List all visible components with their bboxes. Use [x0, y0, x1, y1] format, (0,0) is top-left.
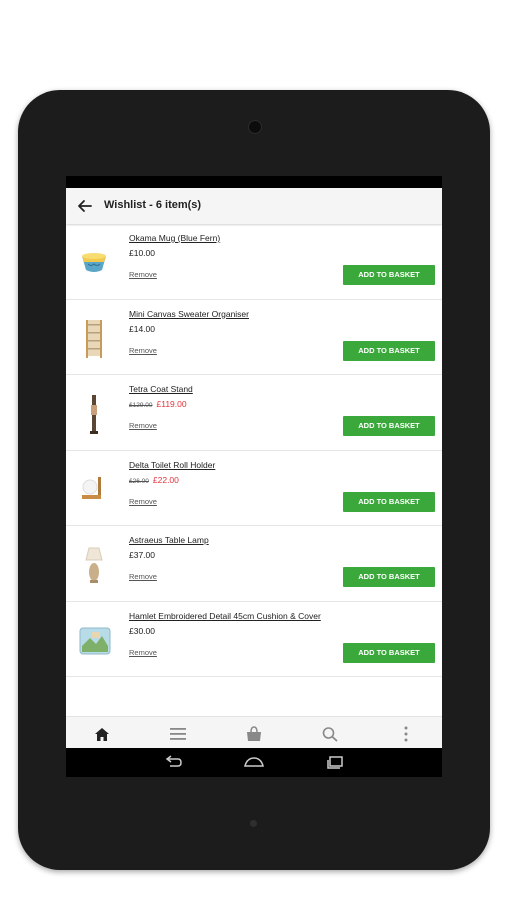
sweater-organiser-icon[interactable]: [76, 314, 112, 362]
home-icon[interactable]: [92, 725, 112, 743]
app-screen: Wishlist - 6 item(s) Okama Mug (Blue Fer…: [66, 176, 442, 777]
item-name[interactable]: Astraeus Table Lamp: [129, 535, 209, 545]
remove-link[interactable]: Remove: [129, 497, 157, 506]
back-icon[interactable]: [162, 754, 184, 770]
price-value: £37.00: [129, 550, 155, 560]
table-lamp-icon[interactable]: [76, 540, 112, 588]
back-arrow-icon[interactable]: [74, 196, 96, 216]
list-item: Mini Canvas Sweater Organiser £14.00 Rem…: [66, 300, 442, 375]
mug-icon[interactable]: [76, 238, 112, 286]
price-value: £14.00: [129, 323, 155, 334]
item-price: £129.00 £119.00: [129, 399, 187, 409]
remove-link[interactable]: Remove: [129, 572, 157, 581]
system-home-icon[interactable]: [243, 754, 265, 770]
bottom-nav: [66, 716, 442, 749]
list-item: Hamlet Embroidered Detail 45cm Cushion &…: [66, 602, 442, 677]
add-to-basket-button[interactable]: ADD TO BASKET: [343, 416, 435, 436]
recents-icon[interactable]: [324, 754, 346, 770]
coat-stand-icon[interactable]: [76, 389, 112, 437]
remove-link[interactable]: Remove: [129, 346, 157, 355]
item-name[interactable]: Mini Canvas Sweater Organiser: [129, 309, 249, 319]
camera-icon: [248, 120, 262, 134]
item-name[interactable]: Delta Toilet Roll Holder: [129, 460, 215, 470]
status-bar: [66, 176, 442, 188]
list-item: Tetra Coat Stand £129.00 £119.00 Remove A…: [66, 375, 442, 451]
sale-price: £22.00: [152, 474, 179, 485]
remove-link[interactable]: Remove: [129, 648, 157, 657]
was-price: £26.00: [129, 477, 149, 485]
app-bar: Wishlist - 6 item(s): [66, 188, 442, 224]
item-price: £37.00: [129, 550, 155, 560]
item-name[interactable]: Tetra Coat Stand: [129, 384, 193, 394]
search-icon[interactable]: [320, 725, 340, 743]
item-price: £30.00: [129, 626, 155, 636]
cushion-icon[interactable]: [76, 616, 112, 664]
page-title: Wishlist - 6 item(s): [104, 199, 202, 211]
add-to-basket-button[interactable]: ADD TO BASKET: [343, 491, 435, 512]
item-name[interactable]: Okama Mug (Blue Fern): [129, 233, 220, 243]
add-to-basket-button[interactable]: ADD TO BASKET: [343, 340, 435, 361]
remove-link[interactable]: Remove: [129, 421, 157, 430]
more-icon[interactable]: [396, 725, 416, 743]
add-to-basket-button[interactable]: ADD TO BASKET: [343, 642, 435, 663]
sensor-dot: [250, 820, 257, 827]
sale-price: £119.00: [156, 399, 187, 409]
was-price: £129.00: [129, 402, 153, 409]
remove-link[interactable]: Remove: [129, 270, 157, 279]
item-price: £10.00: [129, 248, 155, 258]
price-value: £10.00: [129, 248, 155, 258]
list-item: Astraeus Table Lamp £37.00 Remove ADD TO…: [66, 526, 442, 602]
menu-icon[interactable]: [168, 725, 188, 743]
price-value: £30.00: [129, 625, 155, 636]
list-item: Okama Mug (Blue Fern) £10.00 Remove ADD …: [66, 224, 442, 300]
add-to-basket-button[interactable]: ADD TO BASKET: [343, 265, 435, 285]
toilet-roll-holder-icon[interactable]: [76, 465, 112, 513]
list-item: Delta Toilet Roll Holder £26.00 £22.00 Re…: [66, 451, 442, 526]
system-nav-bar: [66, 748, 442, 777]
item-price: £26.00 £22.00: [129, 475, 179, 485]
add-to-basket-button[interactable]: ADD TO BASKET: [343, 567, 435, 587]
item-name[interactable]: Hamlet Embroidered Detail 45cm Cushion &…: [129, 611, 321, 621]
item-price: £14.00: [129, 324, 155, 334]
basket-icon[interactable]: [244, 725, 264, 743]
wishlist: Okama Mug (Blue Fern) £10.00 Remove ADD …: [66, 224, 442, 677]
